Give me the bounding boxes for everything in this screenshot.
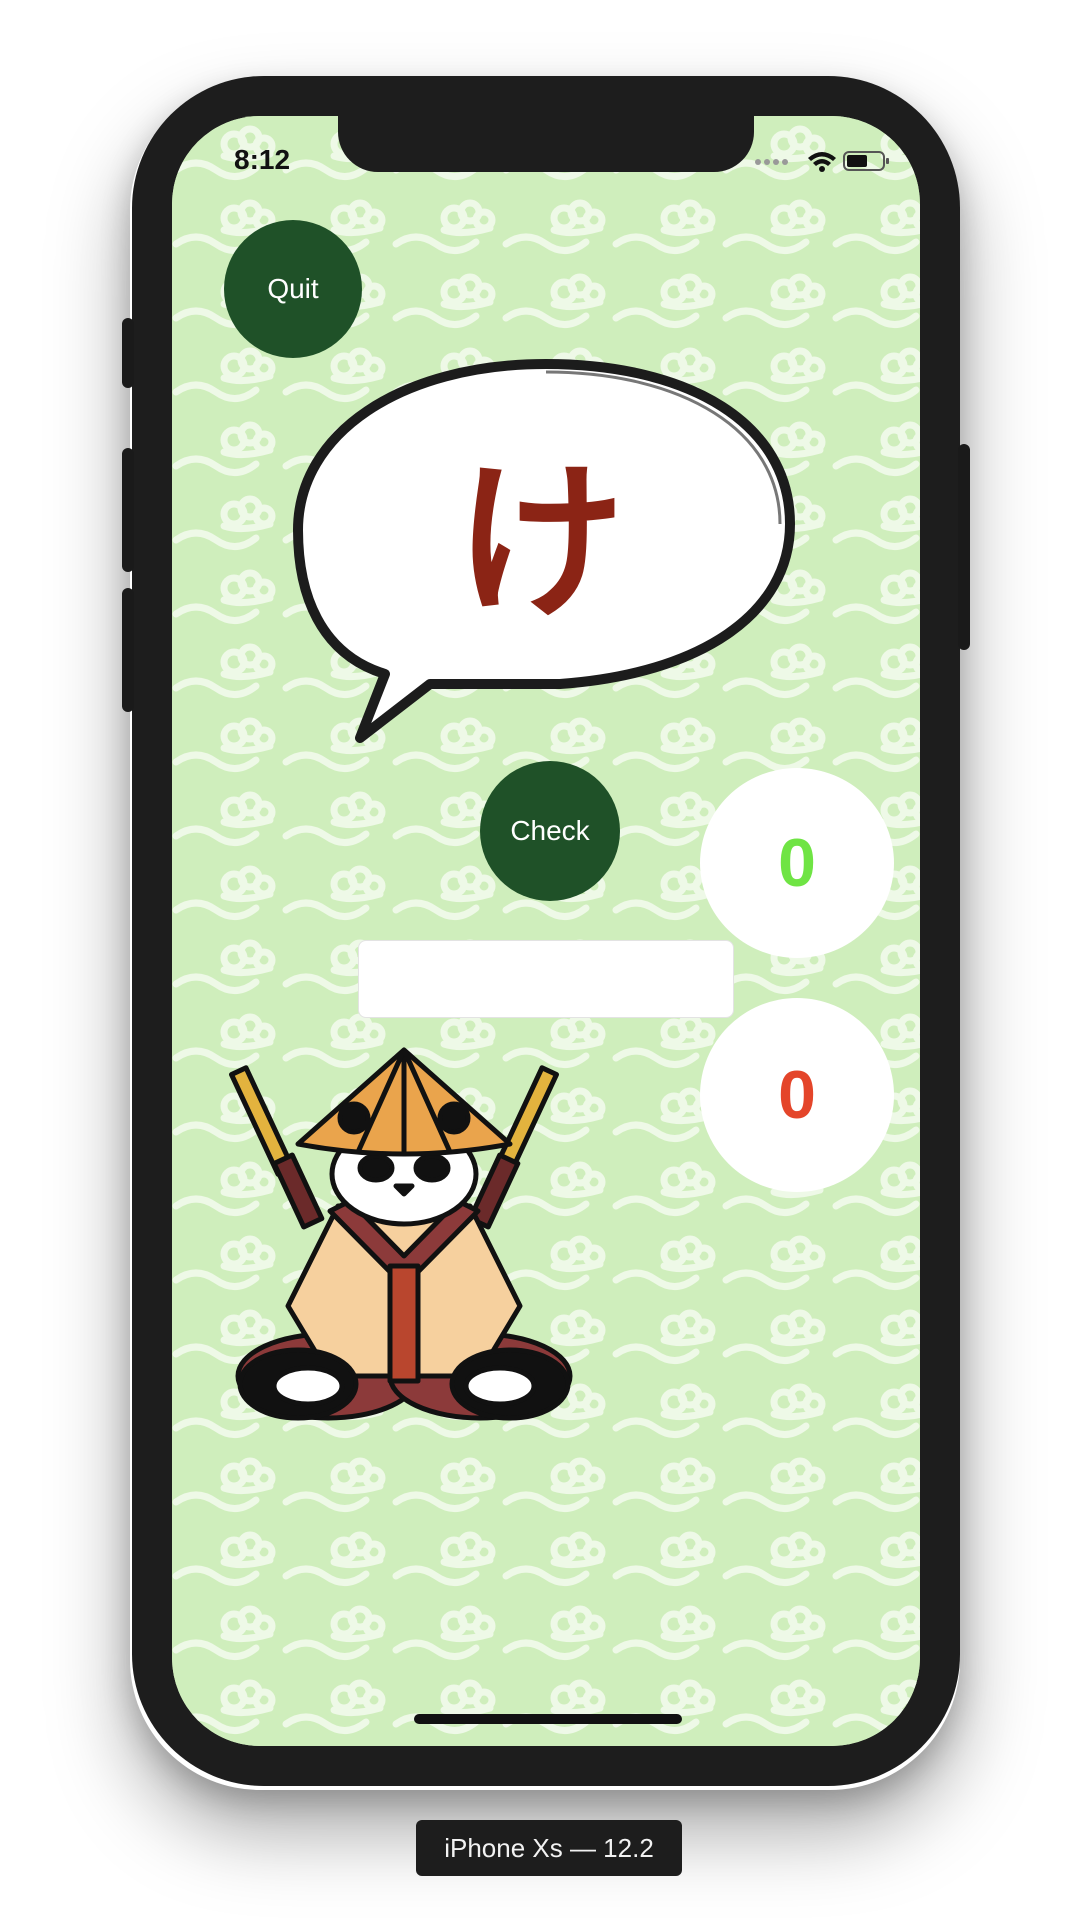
simulator-device-label: iPhone Xs — 12.2 — [416, 1820, 682, 1876]
check-button[interactable]: Check — [480, 761, 620, 901]
volume-up-button — [122, 448, 134, 572]
device-notch — [338, 116, 754, 172]
app-screen: 8:12 Quit け Check 0 0 — [172, 116, 920, 1746]
volume-down-button — [122, 588, 134, 712]
battery-icon — [843, 151, 889, 171]
wrong-score: 0 — [700, 998, 894, 1192]
kana-prompt: け — [454, 445, 625, 643]
wifi-icon — [808, 152, 836, 172]
quit-button[interactable]: Quit — [224, 220, 362, 358]
status-icons — [755, 151, 889, 172]
mute-switch — [122, 318, 134, 388]
power-button — [958, 444, 970, 650]
panda-samurai-mascot — [229, 1047, 573, 1421]
status-time: 8:12 — [234, 144, 291, 175]
answer-input[interactable] — [358, 940, 734, 1018]
correct-score: 0 — [700, 768, 894, 958]
home-indicator — [414, 1714, 682, 1724]
signal-icon — [755, 159, 788, 165]
